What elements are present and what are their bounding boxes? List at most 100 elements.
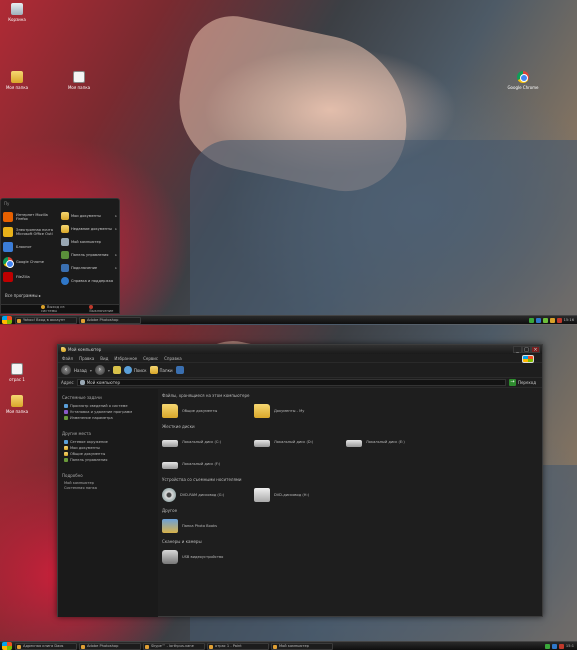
item-drive-f[interactable]: Локальный диск (F:) — [162, 459, 254, 469]
tasks-pane: Системные задачи Просмотр сведений о сис… — [58, 389, 158, 617]
folder-icon — [64, 446, 68, 450]
start-item-chrome[interactable]: Google Chrome — [3, 254, 59, 269]
section-header-other: Другое — [162, 508, 178, 513]
address-input[interactable]: Мой компьютер — [76, 379, 506, 386]
back-label: Назад — [74, 367, 87, 373]
content-pane: Файлы, хранящиеся на этом компьютере Общ… — [162, 391, 540, 617]
details-title[interactable]: Подробно — [62, 473, 154, 478]
start-item-firefox[interactable]: Интернет Mozilla Firefox — [3, 209, 59, 224]
tray-alert-icon[interactable] — [549, 317, 555, 323]
start-button[interactable] — [2, 642, 12, 650]
desktop-icon-my-folder[interactable]: Моя папка — [0, 395, 34, 414]
taskbar-item-my-computer[interactable]: Мой компьютер — [271, 642, 333, 650]
start-item-my-computer[interactable]: Мой компьютер — [61, 235, 119, 248]
menu-help[interactable]: Справка — [164, 356, 182, 361]
tray-network-icon[interactable] — [528, 317, 534, 323]
start-item-help[interactable]: Справка и поддержка — [61, 274, 119, 287]
menu-edit[interactable]: Правка — [79, 356, 94, 361]
item-photo-books[interactable]: Папка Photo Books — [162, 519, 254, 533]
start-item-notepad[interactable]: Блокнот — [3, 239, 59, 254]
top-desktop-screenshot: Корзина Моя папка Моя папка Google Chrom… — [0, 0, 577, 325]
up-folder-icon[interactable] — [112, 366, 121, 374]
taskbar-item-paint[interactable]: отрас 1 - Paint — [207, 642, 269, 650]
taskbar-item-photoshop[interactable]: Adobe Photoshop — [79, 316, 141, 324]
menu-tools[interactable]: Сервис — [143, 356, 158, 361]
my-computer-icon — [79, 380, 85, 385]
my-computer-icon — [61, 237, 69, 246]
filezilla-icon — [3, 271, 13, 282]
document-icon — [11, 363, 23, 375]
all-programs-button[interactable]: Все программы ▸ — [5, 293, 41, 298]
other-places-title[interactable]: Другие места — [62, 431, 154, 436]
recycle-bin-icon — [11, 3, 23, 15]
shutdown-button[interactable]: Выключение — [89, 305, 119, 313]
item-usb-video[interactable]: USB видеоустройство — [162, 550, 254, 564]
tray-network-icon[interactable] — [544, 643, 550, 649]
bottom-desktop-screenshot: отрас 1 Моя папка Мой компьютер _ □ × Фа… — [0, 325, 577, 650]
window-titlebar[interactable]: Мой компьютер _ □ × — [58, 345, 542, 354]
folders-button[interactable]: Папки — [149, 366, 173, 374]
start-item-control-panel[interactable]: Панель управления ▸ — [61, 248, 119, 261]
menu-file[interactable]: Файл — [62, 356, 73, 361]
details-group: Подробно Мой компьютер Системная папка — [62, 473, 154, 491]
folders-icon — [149, 366, 158, 374]
logoff-button[interactable]: Выход из системы — [41, 305, 81, 313]
tray-skype-icon[interactable] — [535, 317, 541, 323]
taskbar-item-photoshop[interactable]: Adobe Photoshop — [79, 642, 141, 650]
tray-antivirus-icon[interactable] — [558, 643, 564, 649]
menu-favorites[interactable]: Избранное — [114, 356, 137, 361]
tray-clock[interactable]: 15:1 — [566, 644, 574, 648]
place-control-panel[interactable]: Панель управления — [62, 457, 154, 463]
search-icon — [123, 366, 132, 374]
close-button[interactable]: × — [531, 346, 540, 353]
back-dropdown[interactable]: ▾ — [90, 368, 92, 373]
window-title: Мой компьютер — [68, 347, 102, 352]
item-my-documents[interactable]: Документы - My — [254, 404, 346, 418]
item-dvd-ram-g[interactable]: DVD-RAM дисковод (G:) — [162, 488, 254, 502]
start-menu-user: Пу — [4, 201, 10, 206]
desktop-icon-recycle-bin[interactable]: Корзина — [0, 3, 34, 22]
forward-dropdown[interactable]: ▾ — [108, 368, 110, 373]
settings-icon — [64, 416, 68, 420]
item-drive-d[interactable]: Локальный диск (D:) — [254, 437, 346, 447]
taskbar-item-address-book[interactable]: Адресная книга Daos — [15, 642, 77, 650]
back-button[interactable]: ‹ — [61, 365, 71, 375]
item-dvd-h[interactable]: DVD-дисковод (H:) — [254, 488, 346, 502]
task-change-setting[interactable]: Изменение параметра — [62, 415, 154, 421]
start-item-recent-documents[interactable]: Недавние документы ▸ — [61, 222, 119, 235]
tray-update-icon[interactable] — [542, 317, 548, 323]
item-drive-c[interactable]: Локальный диск (C:) — [162, 437, 254, 447]
desktop-icon-document[interactable]: Моя папка — [62, 71, 96, 90]
tray-skype-icon[interactable] — [551, 643, 557, 649]
folder-icon — [61, 347, 66, 352]
menu-view[interactable]: Вид — [100, 356, 108, 361]
minimize-button[interactable]: _ — [513, 346, 522, 353]
taskbar-item-skype[interactable]: Skype™ - lorthpus.vane — [143, 642, 205, 650]
start-button[interactable] — [2, 316, 12, 324]
search-button[interactable]: Поиск — [123, 366, 147, 374]
desktop-icon-my-folder[interactable]: Моя папка — [0, 71, 34, 90]
tray-antivirus-icon[interactable] — [556, 317, 562, 323]
taskbar-item-yahoo[interactable]: Yahoo! Вход в аккаунт — [15, 316, 77, 324]
firefox-icon — [3, 211, 13, 222]
item-shared-documents[interactable]: Общие документы — [162, 404, 254, 418]
system-tasks-title[interactable]: Системные задачи — [62, 395, 154, 400]
hard-drive-icon — [346, 440, 362, 447]
item-drive-e[interactable]: Локальный диск (E:) — [346, 437, 438, 447]
tray-clock[interactable]: 15:16 — [564, 318, 574, 322]
maximize-button[interactable]: □ — [522, 346, 531, 353]
recent-docs-icon — [61, 224, 69, 233]
section-scanners: USB видеоустройство — [162, 546, 540, 568]
go-button[interactable]: → Переход — [508, 379, 536, 386]
desktop-icon-chrome[interactable]: Google Chrome — [506, 71, 540, 90]
forward-button[interactable]: › — [94, 365, 105, 375]
section-header-stored-files: Файлы, хранящиеся на этом компьютере — [162, 393, 250, 398]
views-icon[interactable] — [175, 366, 184, 374]
camera-icon — [162, 550, 178, 564]
start-item-connect[interactable]: Подключение ▸ — [61, 261, 119, 274]
desktop-icon-document[interactable]: отрас 1 — [0, 363, 34, 382]
toolbar: ‹ Назад ▾ › ▾ Поиск Папки — [58, 363, 542, 378]
start-item-outlook[interactable]: Электронная почта Microsoft Office Outl — [3, 224, 59, 239]
start-item-filezilla[interactable]: FileZilla — [3, 269, 59, 284]
start-item-my-documents[interactable]: Мои документы ▸ — [61, 209, 119, 222]
